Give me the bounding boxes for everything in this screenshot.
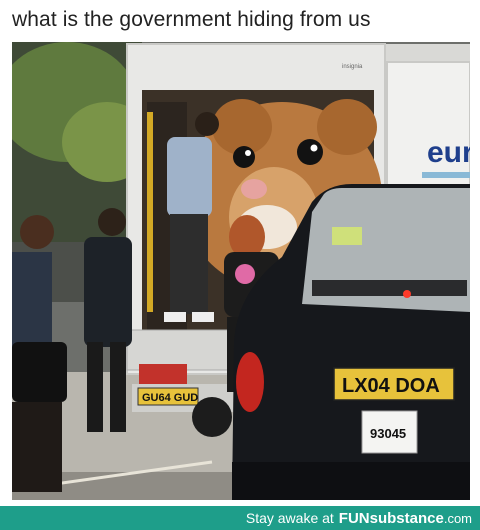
post-caption: what is the government hiding from us [12,8,371,31]
meme-photo: euro insignia GU64 GUD [12,42,470,500]
site-footer: Stay awake at FUNsubstance .com [0,506,480,530]
svg-text:LX04 DOA: LX04 DOA [342,375,440,397]
footer-prefix: Stay awake at [245,510,334,526]
taxi-license-plate: LX04 DOA [333,367,455,401]
truck-license-plate: GU64 GUD [137,387,199,406]
svg-text:GU64 GUD: GU64 GUD [142,392,198,404]
taxi-license-badge: 93045 [361,410,418,454]
svg-text:93045: 93045 [370,426,406,441]
footer-brand-link[interactable]: FUNsubstance [339,510,444,527]
footer-tld: .com [443,510,472,526]
truck-brand-text: euro [427,136,470,169]
truck-label-text: insignia [342,64,363,70]
